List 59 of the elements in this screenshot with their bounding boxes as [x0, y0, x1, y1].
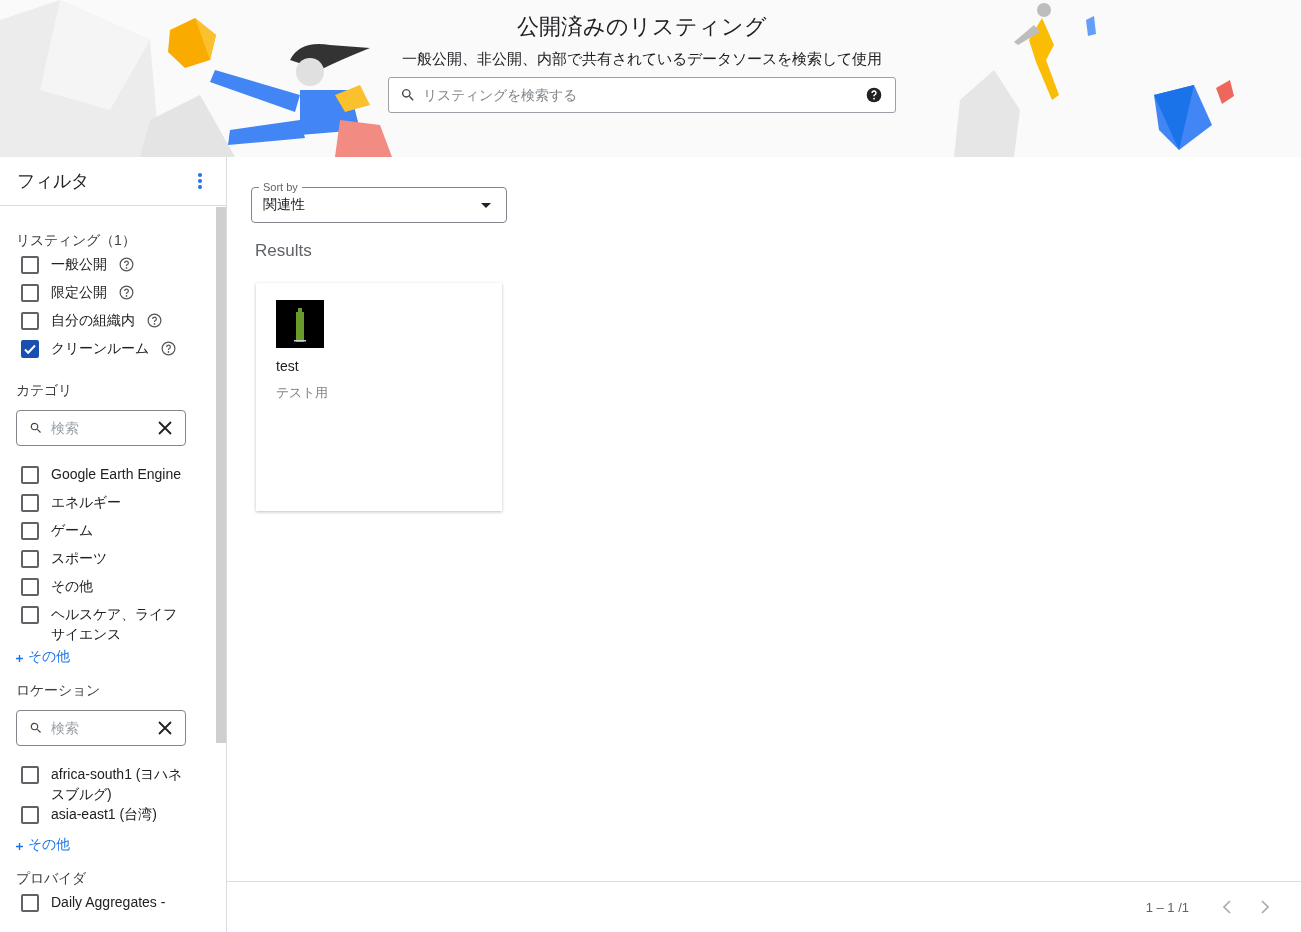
sort-by-label: Sort by — [259, 180, 302, 194]
checkbox[interactable] — [21, 578, 39, 596]
listing-thumbnail — [276, 300, 324, 348]
filter-section-title: ロケーション — [16, 681, 101, 700]
checkbox[interactable] — [21, 340, 39, 358]
page-subtitle: 一般公開、非公開、内部で共有されているデータソースを検索して使用 — [402, 49, 882, 69]
help-icon[interactable] — [119, 285, 134, 300]
clear-icon[interactable] — [158, 721, 172, 735]
results-heading: Results — [255, 241, 313, 261]
checkbox-label: 限定公開 — [51, 283, 107, 302]
show-more-link[interactable]: その他 — [16, 836, 70, 854]
help-icon[interactable] — [866, 87, 882, 103]
filter-section-title: プロバイダ — [16, 869, 87, 888]
filter-title: フィルタ — [17, 170, 89, 193]
search-icon — [29, 721, 43, 735]
checkbox[interactable] — [21, 494, 39, 512]
checkbox-label: エネルギー — [51, 493, 121, 512]
help-icon[interactable] — [147, 313, 162, 328]
filter-search-field[interactable]: 検索 — [16, 710, 186, 746]
filter-search-field[interactable]: 検索 — [16, 410, 186, 446]
help-icon[interactable] — [119, 257, 134, 272]
checkbox-label: africa-south1 (ヨハネスブルグ) — [51, 765, 184, 804]
search-icon — [29, 421, 43, 435]
checkbox[interactable] — [21, 894, 39, 912]
filter-section-title: リスティング（1） — [16, 231, 137, 250]
checkbox[interactable] — [21, 284, 39, 302]
listing-search-field[interactable]: リスティングを検索する — [388, 77, 896, 113]
show-more-link[interactable]: その他 — [16, 648, 70, 666]
checkbox-label: ヘルスケア、ライフサイエンス — [51, 605, 178, 644]
page-title: 公開済みのリスティング — [517, 13, 767, 41]
checkbox[interactable] — [21, 522, 39, 540]
checkbox[interactable] — [21, 550, 39, 568]
listing-description: テスト用 — [276, 384, 329, 402]
checkbox[interactable] — [21, 466, 39, 484]
checkbox[interactable] — [21, 256, 39, 274]
filter-section-title: カテゴリ — [16, 381, 73, 400]
checkbox[interactable] — [21, 766, 39, 784]
dropdown-caret-icon — [481, 202, 491, 208]
checkbox-label: ゲーム — [51, 521, 93, 540]
checkbox[interactable] — [21, 806, 39, 824]
checkbox[interactable] — [21, 606, 39, 624]
scrollbar-thumb[interactable] — [216, 207, 226, 743]
checkbox-label: スポーツ — [51, 549, 107, 568]
more-options-icon[interactable] — [198, 173, 202, 189]
pagination-range: 1 – 1 /1 — [1145, 899, 1189, 915]
listing-card[interactable]: test テスト用 — [256, 283, 502, 511]
checkbox[interactable] — [21, 312, 39, 330]
search-icon — [400, 87, 416, 103]
checkbox-label: その他 — [51, 577, 93, 596]
checkbox-label: asia-east1 (台湾) — [51, 805, 157, 824]
clear-icon[interactable] — [158, 421, 172, 435]
help-icon[interactable] — [161, 341, 176, 356]
sort-by-dropdown[interactable]: Sort by 関連性 — [251, 179, 507, 223]
checkbox-label: Google Earth Engine — [51, 465, 181, 484]
checkbox-label: 自分の組織内 — [51, 311, 135, 330]
checkbox-label: Daily Aggregates - — [51, 893, 166, 912]
checkbox-label: クリーンルーム — [51, 339, 149, 358]
checkbox-label: 一般公開 — [51, 255, 107, 274]
listing-title: test — [276, 357, 300, 376]
